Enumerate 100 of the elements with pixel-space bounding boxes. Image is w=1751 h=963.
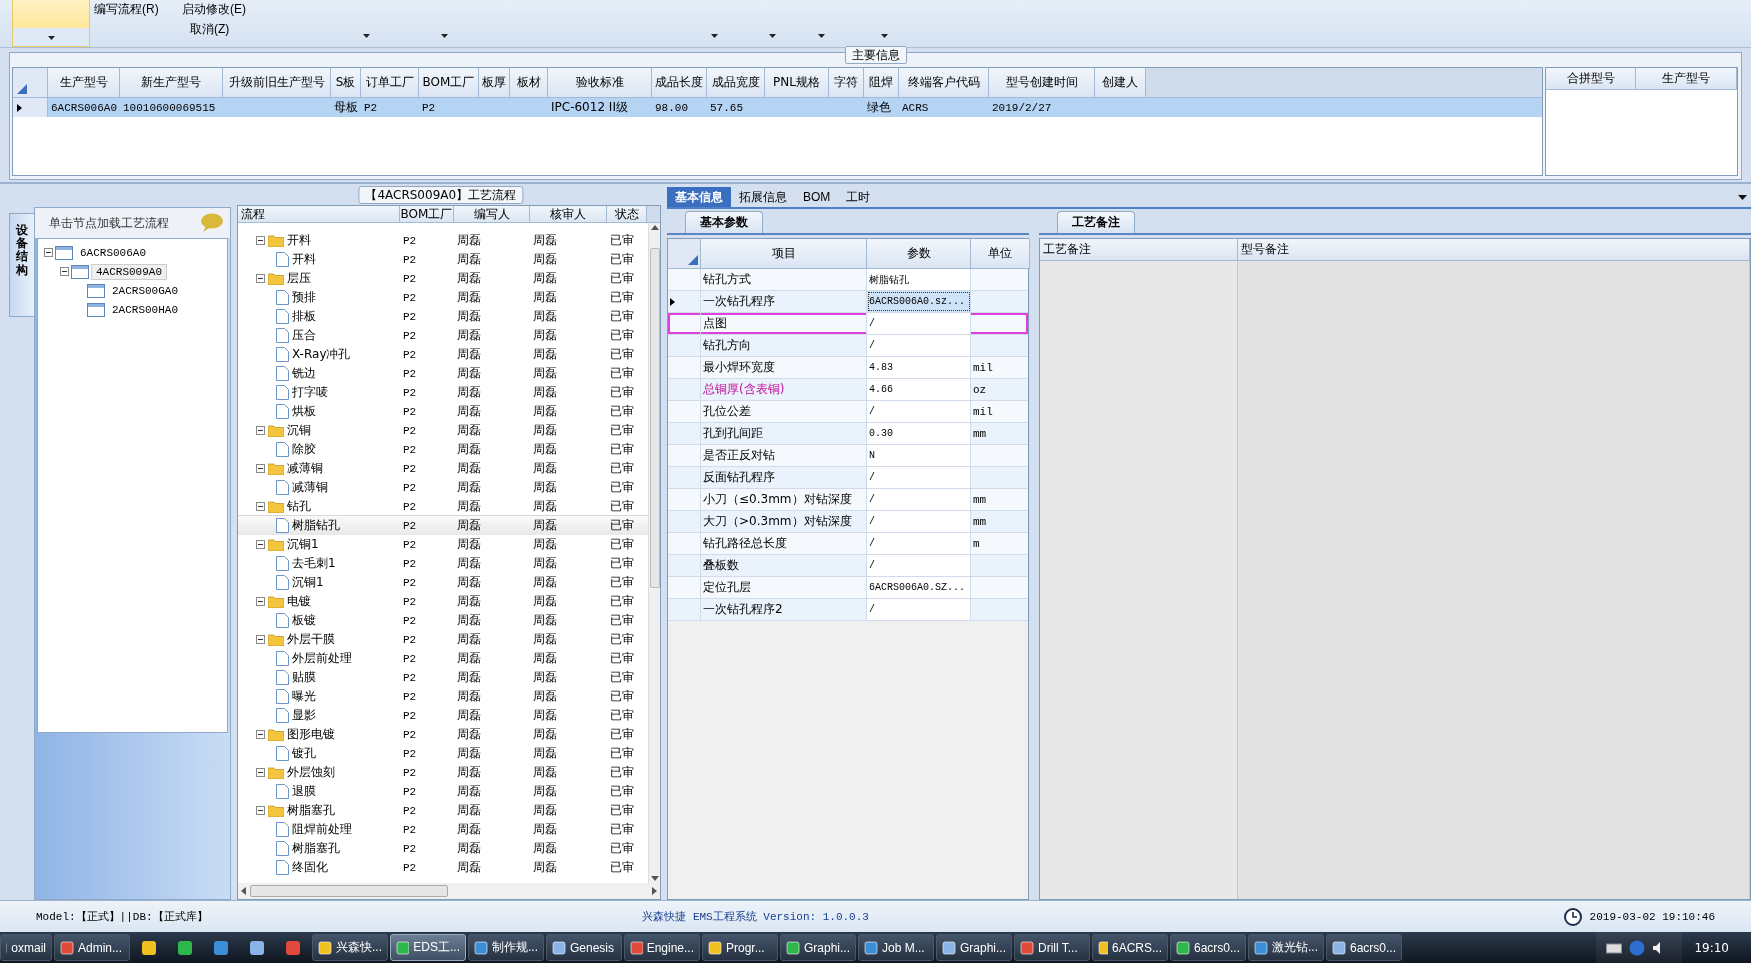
dropdown-arrow-icon[interactable]: [881, 33, 888, 38]
step-name[interactable]: 终固化: [292, 859, 328, 876]
step-name[interactable]: 显影: [292, 707, 316, 724]
dropdown-arrow-icon[interactable]: [769, 33, 776, 38]
value-field[interactable]: 4.66: [867, 379, 971, 400]
parameter-row[interactable]: 反面钻孔程序 /: [668, 467, 1028, 489]
value-field[interactable]: /: [867, 599, 971, 620]
step-name[interactable]: 电镀: [287, 593, 311, 610]
dropdown-arrow-icon[interactable]: [441, 33, 448, 38]
step-name[interactable]: 压合: [292, 327, 316, 344]
column-header[interactable]: 流程: [238, 206, 400, 223]
step-name[interactable]: 开料: [287, 232, 311, 249]
column-header[interactable]: PNL规格: [765, 68, 829, 98]
taskbar-button[interactable]: Graphi...: [936, 934, 1012, 961]
collapse-icon[interactable]: [256, 768, 265, 777]
column-header[interactable]: 终端客户代码: [899, 68, 989, 98]
parameter-row[interactable]: 定位孔层 6ACRS006A0.SZ...: [668, 577, 1028, 599]
tab[interactable]: 工时: [838, 187, 879, 207]
menu-item[interactable]: 编写流程(R): [90, 0, 163, 18]
collapse-icon[interactable]: [256, 274, 265, 283]
value-field[interactable]: /: [867, 489, 971, 510]
parameter-row[interactable]: 大刀（>0.3mm）对钻深度 / mm: [668, 511, 1028, 533]
column-header[interactable]: 创建人: [1095, 68, 1146, 98]
taskbar-button[interactable]: Job M...: [858, 934, 934, 961]
parameter-row[interactable]: 钻孔方向 /: [668, 335, 1028, 357]
parameter-row[interactable]: 钻孔路径总长度 / m: [668, 533, 1028, 555]
help-icon[interactable]: [1629, 939, 1646, 956]
column-header[interactable]: 核审人: [530, 206, 607, 223]
step-name[interactable]: 树脂钻孔: [292, 517, 340, 534]
taskbar-button[interactable]: 6ACRS...: [1092, 934, 1168, 961]
parameter-row[interactable]: 孔位公差 / mil: [668, 401, 1028, 423]
collapse-icon[interactable]: [256, 597, 265, 606]
taskbar-button[interactable]: EDS工...: [390, 934, 466, 961]
column-header[interactable]: 状态: [607, 206, 647, 223]
scroll-left-icon[interactable]: [241, 887, 246, 895]
tab[interactable]: 拓展信息: [731, 187, 795, 207]
column-header[interactable]: 合拼型号: [1546, 68, 1636, 90]
step-name[interactable]: 曝光: [292, 688, 316, 705]
column-header[interactable]: 板厚: [479, 68, 510, 98]
taskbar-button[interactable]: Admin...: [54, 934, 130, 961]
parameter-row[interactable]: 一次钻孔程序2 /: [668, 599, 1028, 621]
column-header[interactable]: 订单工厂: [361, 68, 419, 98]
collapse-icon[interactable]: [256, 635, 265, 644]
column-header[interactable]: 生产型号: [48, 68, 120, 98]
step-name[interactable]: 除胶: [292, 441, 316, 458]
step-name[interactable]: 烘板: [292, 403, 316, 420]
step-name[interactable]: 外层干膜: [287, 631, 335, 648]
step-name[interactable]: 沉铜1: [292, 574, 324, 591]
taskbar-button[interactable]: 激光钻...: [1248, 934, 1324, 961]
taskbar-button[interactable]: Drill T...: [1014, 934, 1090, 961]
tab[interactable]: 基本参数: [685, 211, 763, 233]
step-name[interactable]: 树脂塞孔: [287, 802, 335, 819]
step-name[interactable]: 树脂塞孔: [292, 840, 340, 857]
tree-node[interactable]: 4ACRS009A0: [91, 263, 167, 280]
value-field[interactable]: 树脂钻孔: [867, 269, 971, 290]
parameter-row[interactable]: 一次钻孔程序 6ACRS006A0.sz...: [668, 291, 1028, 313]
step-name[interactable]: 预排: [292, 289, 316, 306]
scroll-down-icon[interactable]: [650, 876, 659, 881]
step-name[interactable]: 退膜: [292, 783, 316, 800]
keyboard-icon[interactable]: [1606, 941, 1623, 954]
step-name[interactable]: 排板: [292, 308, 316, 325]
value-field[interactable]: 4.83: [867, 357, 971, 378]
collapse-icon[interactable]: [256, 464, 265, 473]
tab[interactable]: 工艺备注: [1057, 211, 1135, 233]
value-field[interactable]: /: [867, 555, 971, 576]
tree-node[interactable]: 6ACRS006A0: [75, 244, 151, 261]
taskbar-button[interactable]: 制作规...: [468, 934, 544, 961]
column-header[interactable]: 板材: [510, 68, 548, 98]
collapse-icon[interactable]: [60, 267, 69, 276]
step-name[interactable]: 阻焊前处理: [292, 821, 352, 838]
collapse-icon[interactable]: [256, 502, 265, 511]
collapse-icon[interactable]: [256, 236, 265, 245]
tree-node[interactable]: 2ACRS00GA0: [107, 282, 183, 299]
column-header[interactable]: 字符: [829, 68, 864, 98]
parameter-row[interactable]: 点图 /: [668, 313, 1028, 335]
step-name[interactable]: 去毛刺1: [292, 555, 336, 572]
dropdown-arrow-icon[interactable]: [711, 33, 718, 38]
column-header[interactable]: 参数: [867, 239, 971, 269]
column-header[interactable]: 型号备注: [1238, 239, 1750, 261]
parameter-row[interactable]: 总铜厚(含表铜) 4.66 oz: [668, 379, 1028, 401]
dropdown-arrow-icon[interactable]: [1738, 194, 1747, 200]
step-name[interactable]: 沉铜1: [287, 536, 319, 553]
dropdown-arrow-icon[interactable]: [818, 33, 825, 38]
value-field[interactable]: N: [867, 445, 971, 466]
step-name[interactable]: 开料: [292, 251, 316, 268]
column-header[interactable]: 验收标准: [548, 68, 652, 98]
parameter-row[interactable]: 钻孔方式 树脂钻孔: [668, 269, 1028, 291]
column-header[interactable]: 生产型号: [1636, 68, 1737, 90]
column-header[interactable]: 编写人: [454, 206, 530, 223]
scroll-right-icon[interactable]: [652, 887, 657, 895]
tree-node[interactable]: 2ACRS00HA0: [107, 301, 183, 318]
collapse-icon[interactable]: [256, 426, 265, 435]
step-name[interactable]: 图形电镀: [287, 726, 335, 743]
menu-item[interactable]: 启动修改(E): [178, 0, 250, 18]
step-name[interactable]: 沉铜: [287, 422, 311, 439]
vertical-scrollbar[interactable]: [648, 223, 660, 883]
parameter-row[interactable]: 小刀（≤0.3mm）对钻深度 / mm: [668, 489, 1028, 511]
value-field[interactable]: /: [867, 401, 971, 422]
step-name[interactable]: 钻孔: [287, 498, 311, 515]
step-name[interactable]: 打字唛: [292, 384, 328, 401]
